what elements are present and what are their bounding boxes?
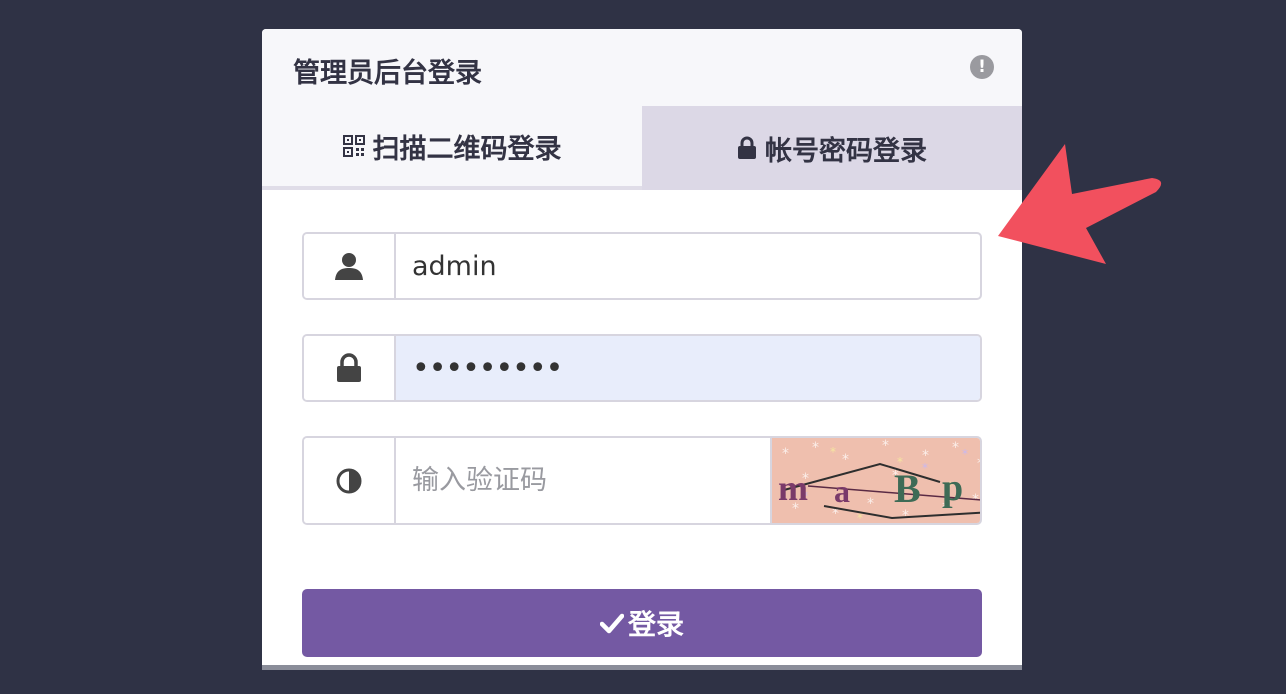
qr-code-icon [342, 135, 365, 157]
half-circle-icon [336, 468, 362, 493]
svg-text:*: * [842, 452, 849, 468]
check-icon [599, 613, 624, 634]
captcha-input[interactable] [396, 438, 770, 523]
lock-icon [738, 136, 756, 159]
login-panel: 管理员后台登录 ! 扫描二维码登录 帐号密码登录 admin •••••••••… [262, 29, 1022, 670]
svg-text:a: a [834, 473, 850, 509]
exclamation-circle-icon[interactable]: ! [970, 55, 994, 79]
username-addon [304, 234, 396, 298]
svg-text:B: B [894, 466, 921, 511]
svg-text:*: * [962, 447, 968, 461]
user-icon [335, 253, 363, 280]
svg-text:*: * [830, 445, 836, 459]
tab-password-label: 帐号密码登录 [765, 135, 927, 167]
captcha-group: *** *** *** *** *** **** *** m [302, 436, 982, 525]
svg-text:*: * [977, 456, 982, 472]
svg-text:*: * [867, 496, 874, 512]
login-button[interactable]: 登录 [302, 589, 982, 657]
captcha-addon [304, 438, 396, 523]
svg-text:p: p [942, 467, 963, 509]
pointer-arrow-icon [998, 144, 1162, 264]
captcha-graphic: *** *** *** *** *** **** *** m [772, 438, 982, 523]
captcha-image[interactable]: *** *** *** *** *** **** *** m [770, 438, 982, 523]
tab-password-login[interactable]: 帐号密码登录 [642, 106, 1022, 190]
login-tabs: 扫描二维码登录 帐号密码登录 [262, 106, 1022, 190]
svg-text:*: * [882, 438, 889, 454]
password-input[interactable] [396, 336, 980, 400]
panel-header: 管理员后台登录 ! [262, 29, 1022, 106]
username-input[interactable] [396, 234, 980, 298]
svg-text:*: * [782, 446, 789, 462]
svg-text:*: * [922, 461, 928, 475]
username-group [302, 232, 982, 300]
tab-qr-label: 扫描二维码登录 [372, 133, 562, 165]
password-group [302, 334, 982, 402]
lock-icon [337, 353, 361, 382]
panel-title: 管理员后台登录 [293, 58, 482, 89]
password-addon [304, 336, 396, 400]
svg-text:m: m [778, 468, 808, 508]
svg-text:*: * [952, 440, 959, 456]
tab-qr-login[interactable]: 扫描二维码登录 [262, 106, 642, 190]
svg-text:*: * [812, 440, 819, 456]
login-button-label: 登录 [627, 608, 684, 641]
